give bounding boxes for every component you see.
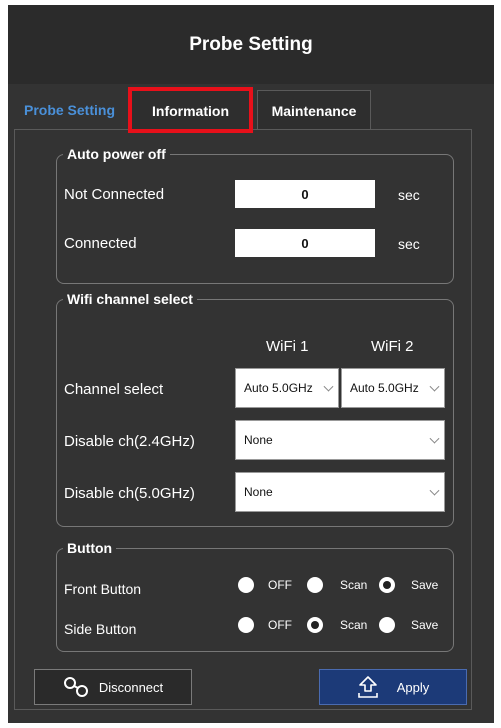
front-scan-radio[interactable] [307, 577, 323, 593]
disable-24-value: None [244, 433, 273, 447]
auto-power-off-legend: Auto power off [67, 146, 166, 162]
not-connected-input[interactable]: 0 [235, 180, 375, 208]
disable-50-value: None [244, 485, 273, 499]
auto-power-off-group: Auto power off [56, 146, 454, 284]
wifi1-channel-select[interactable]: Auto 5.0GHz [235, 368, 339, 408]
front-scan-label: Scan [340, 578, 368, 592]
connected-input[interactable]: 0 [235, 229, 375, 257]
unlink-icon [63, 676, 89, 698]
side-save-radio[interactable] [379, 617, 395, 633]
wifi1-header: WiFi 1 [266, 338, 309, 355]
tab-information[interactable]: Information [128, 87, 253, 133]
side-save-label: Save [411, 618, 439, 632]
connected-unit: sec [398, 236, 420, 252]
side-off-label: OFF [268, 618, 292, 632]
wifi2-channel-value: Auto 5.0GHz [350, 381, 419, 395]
tab-maintenance[interactable]: Maintenance [257, 90, 371, 130]
front-save-radio[interactable] [379, 577, 395, 593]
window-title: Probe Setting [8, 5, 494, 84]
disable-24-label: Disable ch(2.4GHz) [64, 433, 195, 450]
chevron-down-icon [429, 433, 440, 444]
disconnect-label: Disconnect [98, 679, 164, 695]
wifi2-header: WiFi 2 [371, 338, 414, 355]
side-off-radio[interactable] [238, 617, 254, 633]
wifi-channel-legend: Wifi channel select [67, 291, 193, 307]
button-group-legend: Button [67, 540, 113, 556]
chevron-down-icon [429, 485, 440, 496]
connected-label: Connected [64, 235, 137, 252]
disconnect-button[interactable]: Disconnect [34, 669, 192, 705]
wifi1-channel-value: Auto 5.0GHz [244, 381, 313, 395]
chevron-down-icon [429, 381, 440, 392]
tab-probe-setting[interactable]: Probe Setting [14, 90, 125, 130]
apply-button[interactable]: Apply [319, 669, 467, 705]
front-off-label: OFF [268, 578, 292, 592]
disable-50-label: Disable ch(5.0GHz) [64, 485, 195, 502]
side-scan-radio[interactable] [307, 617, 323, 633]
apply-label: Apply [396, 679, 430, 695]
upload-icon [357, 675, 379, 699]
chevron-down-icon [323, 381, 334, 392]
side-button-label: Side Button [64, 621, 137, 637]
side-scan-label: Scan [340, 618, 368, 632]
wifi2-channel-select[interactable]: Auto 5.0GHz [341, 368, 445, 408]
front-off-radio[interactable] [238, 577, 254, 593]
channel-select-label: Channel select [64, 381, 164, 398]
not-connected-unit: sec [398, 187, 420, 203]
not-connected-label: Not Connected [64, 186, 165, 203]
disable-24-select[interactable]: None [235, 420, 445, 460]
disable-50-select[interactable]: None [235, 472, 445, 512]
front-save-label: Save [411, 578, 439, 592]
front-button-label: Front Button [64, 581, 142, 597]
